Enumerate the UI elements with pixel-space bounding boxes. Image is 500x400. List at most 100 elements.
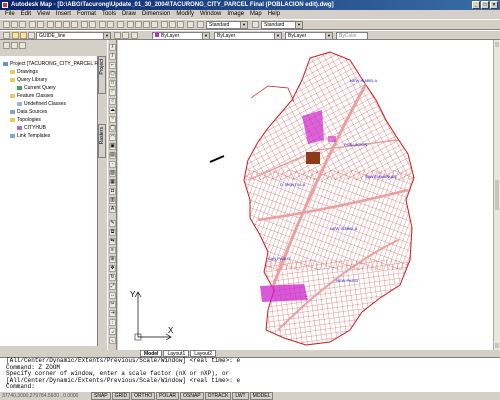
- menu-draw[interactable]: Draw: [119, 10, 139, 19]
- linetype-select[interactable]: ByLayer ▼: [214, 32, 282, 40]
- insert-block-icon[interactable]: ▣: [109, 143, 116, 150]
- lineweight-select[interactable]: ByLayer ▼: [285, 32, 333, 40]
- zoom-realtime-icon[interactable]: [135, 21, 142, 28]
- menu-modify[interactable]: Modify: [173, 10, 197, 19]
- menu-window[interactable]: Window: [197, 10, 224, 19]
- color-control-icon[interactable]: [131, 32, 138, 39]
- dim-style-select[interactable]: Standard ▼: [261, 21, 303, 29]
- menu-insert[interactable]: Insert: [53, 10, 74, 19]
- tree-item-undefined-classes[interactable]: Undefined Classes: [17, 101, 66, 107]
- save-icon[interactable]: [19, 21, 26, 28]
- redo-icon[interactable]: [89, 21, 96, 28]
- text-style-select[interactable]: Standard ▼: [206, 21, 248, 29]
- mtext-icon[interactable]: A: [109, 206, 116, 213]
- table-icon[interactable]: ▥: [109, 197, 116, 204]
- tab-rasters[interactable]: Rasters: [98, 124, 106, 158]
- tab-layout1[interactable]: Layout1: [163, 350, 190, 357]
- model-toggle[interactable]: MODEL: [249, 392, 274, 400]
- design-center-icon[interactable]: [169, 21, 176, 28]
- mirror-icon[interactable]: ⇆: [109, 238, 116, 245]
- menu-file[interactable]: File: [2, 10, 18, 19]
- scale-icon[interactable]: ⤢: [109, 283, 116, 290]
- map-tool-icon[interactable]: [3, 42, 10, 49]
- new-icon[interactable]: [3, 21, 10, 28]
- offset-icon[interactable]: ≡: [109, 247, 116, 254]
- tree-item-project[interactable]: Project [TACURONG_CITY_PARCEL Fin: [3, 61, 101, 67]
- tree-item-link-templates[interactable]: Link Templates: [10, 133, 50, 139]
- pan-icon[interactable]: [127, 21, 134, 28]
- ucs-icon[interactable]: [117, 21, 124, 28]
- tool-palettes-icon[interactable]: [177, 21, 184, 28]
- rotate-icon[interactable]: ↻: [109, 274, 116, 281]
- zoom-previous-icon[interactable]: [151, 21, 158, 28]
- open-icon[interactable]: [11, 21, 18, 28]
- highlighted-parcel[interactable]: [260, 284, 308, 302]
- hyperlink-icon[interactable]: [99, 21, 106, 28]
- hatch-icon[interactable]: ▨: [109, 170, 116, 177]
- extend-icon[interactable]: ⇥: [109, 310, 116, 317]
- menu-edit[interactable]: Edit: [18, 10, 34, 19]
- copy-icon[interactable]: [55, 21, 62, 28]
- highlighted-parcel[interactable]: [328, 136, 336, 142]
- menu-help[interactable]: Help: [265, 10, 283, 19]
- tab-layout2[interactable]: Layout2: [190, 350, 217, 357]
- menu-tools[interactable]: Tools: [99, 10, 119, 19]
- gradient-icon[interactable]: ▦: [109, 179, 116, 186]
- tree-item-cityhub[interactable]: CITYHUB: [17, 125, 46, 131]
- fillet-icon[interactable]: ⌞: [109, 337, 116, 344]
- vertical-scrollbar[interactable]: [493, 40, 500, 350]
- layer-select[interactable]: GUIDE_line ▼: [36, 32, 111, 40]
- drawing-canvas[interactable]: NEW ISABELA POBLACION SAN EMMANUEL D. MO…: [118, 40, 493, 350]
- tree-item-data-sources[interactable]: Data Sources: [10, 109, 47, 115]
- command-window[interactable]: [All/Center/Dynamic/Extents/Previous/Sca…: [0, 357, 500, 391]
- region-icon[interactable]: ◘: [109, 188, 116, 195]
- revcloud-icon[interactable]: ☁: [109, 107, 116, 114]
- maximize-button[interactable]: □: [481, 1, 489, 9]
- tree-item-current-query[interactable]: Current Query: [17, 85, 56, 91]
- snap-toggle[interactable]: SNAP: [91, 392, 111, 400]
- menu-view[interactable]: View: [34, 10, 53, 19]
- match-properties-icon[interactable]: [71, 21, 78, 28]
- tree-item-feature-classes[interactable]: Feature Classes: [10, 93, 53, 99]
- spline-icon[interactable]: ~: [109, 116, 116, 123]
- scroll-down-icon[interactable]: [495, 343, 499, 348]
- cut-icon[interactable]: [47, 21, 54, 28]
- print-icon[interactable]: [29, 21, 36, 28]
- copy-object-icon[interactable]: ⧉: [109, 229, 116, 236]
- array-icon[interactable]: ⊞: [109, 256, 116, 263]
- preview-icon[interactable]: [37, 21, 44, 28]
- stretch-icon[interactable]: ↔: [109, 292, 116, 299]
- menu-format[interactable]: Format: [74, 10, 99, 19]
- plotstyle-select[interactable]: ByColor: [336, 32, 368, 40]
- menu-image[interactable]: Image: [224, 10, 247, 19]
- undo-icon[interactable]: [81, 21, 88, 28]
- construction-line-icon[interactable]: /: [109, 53, 116, 60]
- move-icon[interactable]: ✥: [109, 265, 116, 272]
- snap-from-icon[interactable]: [107, 21, 114, 28]
- menu-dimension[interactable]: Dimension: [139, 10, 173, 19]
- sun-icon[interactable]: [20, 32, 27, 39]
- tree-item-query-library[interactable]: Query Library: [10, 77, 47, 83]
- ortho-toggle[interactable]: ORTHO: [131, 392, 156, 400]
- polyline-icon[interactable]: ⌐: [109, 62, 116, 69]
- osnap-toggle[interactable]: OSNAP: [180, 392, 204, 400]
- close-button[interactable]: ×: [490, 1, 498, 9]
- circle-icon[interactable]: ○: [109, 98, 116, 105]
- lwt-toggle[interactable]: LWT: [232, 392, 249, 400]
- minimize-button[interactable]: _: [472, 1, 480, 9]
- tab-project[interactable]: Project: [98, 56, 106, 94]
- layer-previous-icon[interactable]: [122, 32, 129, 39]
- tree-item-drawings[interactable]: Drawings: [10, 69, 38, 75]
- text-style-icon[interactable]: [197, 21, 204, 28]
- help-icon[interactable]: [187, 21, 194, 28]
- ellipse-arc-icon[interactable]: ◠: [109, 134, 116, 141]
- make-block-icon[interactable]: ▤: [109, 152, 116, 159]
- town-center-block[interactable]: [306, 152, 320, 164]
- zoom-window-icon[interactable]: [143, 21, 150, 28]
- grid-toggle[interactable]: GRID: [111, 392, 131, 400]
- menu-map[interactable]: Map: [247, 10, 265, 19]
- point-icon[interactable]: ·: [109, 161, 116, 168]
- scroll-up-icon[interactable]: [495, 42, 499, 47]
- query-icon[interactable]: [19, 42, 26, 49]
- polygon-icon[interactable]: ⬠: [109, 71, 116, 78]
